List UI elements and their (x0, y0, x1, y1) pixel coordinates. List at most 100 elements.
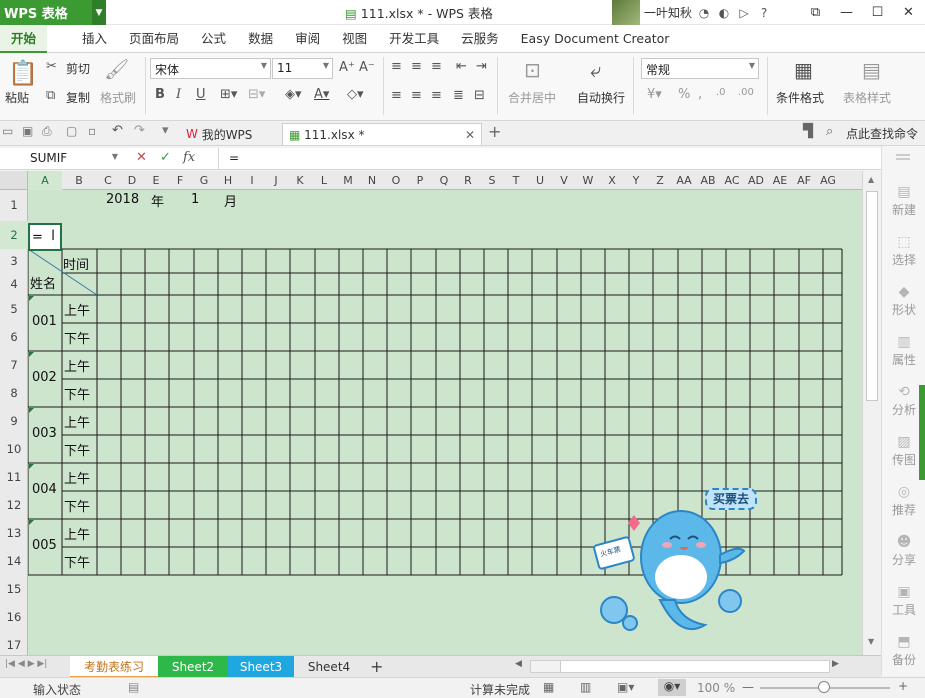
scissors-icon[interactable]: ✂ (46, 59, 57, 74)
save-icon[interactable]: ▣ (22, 124, 33, 138)
cell-style-icon[interactable]: ⊟▾ (248, 87, 265, 102)
cell-month-unit[interactable]: 月 (224, 191, 237, 210)
feedback-icon[interactable]: ◐ (716, 5, 732, 21)
panel-icon[interactable]: ▜ (803, 124, 813, 139)
scroll-thumb[interactable] (866, 191, 878, 401)
cell-name-header[interactable]: 姓名 (30, 273, 56, 292)
tab-insert[interactable]: 插入 (71, 25, 118, 53)
name-box[interactable]: SUMIF ▼ (26, 150, 120, 168)
column-header[interactable]: H (216, 171, 240, 190)
search-command[interactable]: 点此查找命令 (846, 125, 918, 142)
column-header[interactable]: U (528, 171, 552, 190)
align-middle-icon[interactable]: ≡ (411, 59, 422, 74)
table-style-icon[interactable]: ▤ (862, 58, 881, 82)
column-header[interactable]: K (288, 171, 312, 190)
format-painter-icon[interactable]: 🖌 (104, 57, 129, 81)
share-icon[interactable]: ▷ (736, 5, 752, 21)
tab-view[interactable]: 视图 (331, 25, 378, 53)
indent-decrease-icon[interactable]: ⇤ (456, 59, 467, 74)
column-header[interactable]: L (312, 171, 336, 190)
row-header[interactable]: 1 (0, 190, 28, 221)
distributed-icon[interactable]: ⊟ (474, 88, 485, 103)
underline-icon[interactable]: U (196, 87, 206, 102)
row-header[interactable]: 2 (0, 221, 28, 249)
conditional-format-icon[interactable]: ▦ (794, 58, 813, 82)
cell-afternoon[interactable]: 下午 (64, 384, 90, 403)
tab-cloud[interactable]: 云服务 (450, 25, 510, 53)
row-header[interactable]: 9 (0, 407, 28, 435)
column-header[interactable]: O (384, 171, 408, 190)
increase-decimal-icon[interactable]: .0 (716, 87, 726, 98)
tab-easy-document-creator[interactable]: Easy Document Creator (510, 25, 681, 53)
font-name-select[interactable]: 宋体 ▼ (150, 58, 271, 79)
column-header[interactable]: E (144, 171, 168, 190)
table-style-button[interactable]: 表格样式 (843, 89, 891, 106)
tab-file[interactable]: ▦ 111.xlsx * ✕ (282, 123, 482, 145)
cell-afternoon[interactable]: 下午 (64, 496, 90, 515)
justify-icon[interactable]: ≣ (453, 88, 464, 103)
column-header[interactable]: AG (816, 171, 840, 190)
border-icon[interactable]: ⊞▾ (220, 87, 237, 102)
cell-employee-id[interactable]: 002 (32, 370, 57, 385)
indent-increase-icon[interactable]: ⇥ (476, 59, 487, 74)
column-header[interactable]: V (552, 171, 576, 190)
tab-developer[interactable]: 开发工具 (378, 25, 450, 53)
tab-formula[interactable]: 公式 (190, 25, 237, 53)
add-sheet-icon[interactable]: + (370, 657, 383, 676)
decrease-font-icon[interactable]: A⁻ (359, 60, 375, 75)
column-header[interactable]: X (600, 171, 624, 190)
column-header[interactable]: N (360, 171, 384, 190)
cell-afternoon[interactable]: 下午 (64, 552, 90, 571)
column-header[interactable]: Z (648, 171, 672, 190)
formula-input[interactable]: = (218, 148, 868, 170)
cell-employee-id[interactable]: 004 (32, 482, 57, 497)
copy-icon[interactable]: ⧉ (46, 88, 55, 103)
bold-icon[interactable]: B (155, 87, 165, 102)
side-tool[interactable]: ▤ 新建 (882, 184, 925, 218)
row-header[interactable]: 5 (0, 295, 28, 323)
column-header[interactable]: T (504, 171, 528, 190)
customize-icon[interactable]: ▾ (162, 123, 169, 138)
column-header[interactable]: AC (720, 171, 744, 190)
align-left-icon[interactable]: ≡ (391, 88, 402, 103)
row-header[interactable]: 14 (0, 547, 28, 575)
currency-icon[interactable]: ¥▾ (647, 87, 662, 102)
new-tab-icon[interactable]: + (488, 122, 501, 141)
paste-icon[interactable]: 📋 (8, 59, 38, 87)
zoom-out-icon[interactable]: — (742, 680, 754, 694)
row-header[interactable]: 12 (0, 491, 28, 519)
paste-button[interactable]: 粘贴 (5, 89, 29, 106)
merge-center-button[interactable]: 合并居中 (508, 89, 556, 106)
tab-my-wps[interactable]: W 我的WPS (180, 123, 258, 145)
cell-year-unit[interactable]: 年 (151, 191, 164, 210)
cell-morning[interactable]: 上午 (64, 356, 90, 375)
column-header[interactable]: AD (744, 171, 768, 190)
page-layout-icon[interactable]: ▣▾ (617, 680, 634, 694)
cell-month[interactable]: 1 (191, 192, 199, 207)
vertical-scrollbar[interactable]: ▲ ▼ (862, 171, 881, 655)
copy-button[interactable]: 复制 (66, 89, 90, 106)
font-color-icon[interactable]: A▾ (314, 87, 329, 102)
sheet-tab-sheet3[interactable]: Sheet3 (228, 656, 294, 678)
undo-icon[interactable]: ↶ (112, 123, 123, 138)
cell-morning[interactable]: 上午 (64, 524, 90, 543)
function-icon[interactable]: fx (183, 150, 195, 165)
number-format-select[interactable]: 常规 ▼ (641, 58, 759, 79)
scroll-left-icon[interactable]: ◀ (515, 659, 522, 669)
column-header[interactable]: A (28, 171, 62, 190)
side-tool[interactable]: ⬒ 备份 (882, 634, 925, 668)
tab-data[interactable]: 数据 (237, 25, 284, 53)
sheet-tab-sheet4[interactable]: Sheet4 (296, 656, 362, 678)
column-header[interactable]: Q (432, 171, 456, 190)
column-header[interactable]: Y (624, 171, 648, 190)
zoom-slider-handle[interactable] (818, 681, 830, 693)
column-header[interactable]: AB (696, 171, 720, 190)
align-right-icon[interactable]: ≡ (431, 88, 442, 103)
row-header[interactable]: 8 (0, 379, 28, 407)
side-tool[interactable]: ☻ 分享 (882, 534, 925, 568)
column-header[interactable]: B (62, 171, 96, 190)
user-area[interactable]: 一叶知秋 ◔ ◐ ▷ ? (612, 0, 772, 25)
print-icon[interactable]: ⎙ (42, 124, 52, 139)
column-header[interactable]: J (264, 171, 288, 190)
scroll-up-icon[interactable]: ▲ (868, 175, 874, 184)
